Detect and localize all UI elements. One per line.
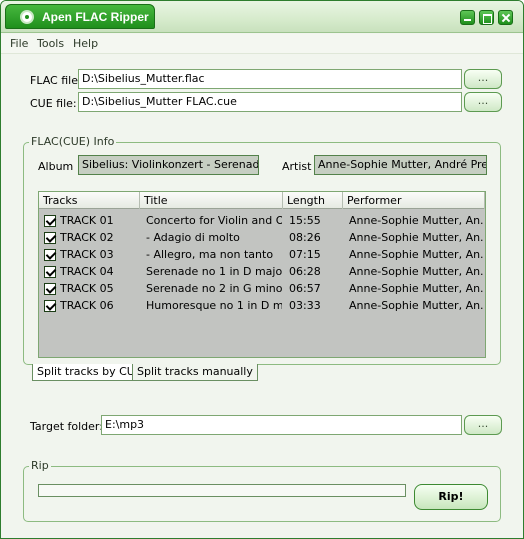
cue-file-label: CUE file:: [30, 97, 77, 110]
track-checkbox[interactable]: [44, 215, 56, 227]
flac-browse-button[interactable]: ...: [464, 69, 502, 89]
tab-split-by-cue[interactable]: Split tracks by CUE: [32, 364, 147, 381]
track-performer: Anne-Sophie Mutter, An...: [349, 231, 484, 244]
track-performer: Anne-Sophie Mutter, An...: [349, 214, 484, 227]
track-length: 08:26: [289, 231, 321, 244]
track-title: Serenade no 2 in G minor...: [146, 282, 282, 295]
track-number: TRACK 03: [60, 248, 114, 261]
track-number: TRACK 04: [60, 265, 114, 278]
flac-file-input[interactable]: D:\Sibelius_Mutter.flac: [78, 69, 462, 89]
minimize-button[interactable]: [460, 10, 475, 25]
target-browse-button[interactable]: ...: [464, 415, 502, 435]
app-icon: [20, 10, 34, 24]
track-number: TRACK 01: [60, 214, 114, 227]
table-row[interactable]: TRACK 05 Serenade no 2 in G minor... 06:…: [39, 280, 485, 297]
app-window: Apen FLAC Ripper File Tools Help FLAC fi…: [0, 0, 524, 539]
target-folder-input[interactable]: E:\mp3: [101, 415, 462, 435]
track-performer: Anne-Sophie Mutter, An...: [349, 265, 484, 278]
rip-progress-bar: [38, 484, 406, 497]
track-checkbox[interactable]: [44, 283, 56, 295]
menu-tools[interactable]: Tools: [37, 37, 64, 50]
rip-button[interactable]: Rip!: [414, 484, 488, 510]
table-row[interactable]: TRACK 04 Serenade no 1 in D major... 06:…: [39, 263, 485, 280]
track-length: 07:15: [289, 248, 321, 261]
table-row[interactable]: TRACK 01 Concerto for Violin and Or... 1…: [39, 212, 485, 229]
column-performer[interactable]: Performer: [343, 192, 485, 209]
flac-cue-info-title: FLAC(CUE) Info: [29, 135, 117, 148]
menu-bar: File Tools Help: [1, 34, 523, 54]
title-bar: Apen FLAC Ripper: [1, 1, 523, 33]
track-length: 15:55: [289, 214, 321, 227]
target-folder-label: Target folder:: [30, 420, 103, 433]
tracks-list-header: Tracks Title Length Performer: [39, 192, 485, 209]
track-performer: Anne-Sophie Mutter, An...: [349, 282, 484, 295]
track-number: TRACK 05: [60, 282, 114, 295]
column-tracks[interactable]: Tracks: [39, 192, 140, 209]
track-checkbox[interactable]: [44, 300, 56, 312]
album-label: Album: [38, 160, 74, 173]
track-number: TRACK 06: [60, 299, 114, 312]
album-field: Sibelius: Violinkonzert - Serenaden - H: [78, 155, 259, 175]
table-row[interactable]: TRACK 02 - Adagio di molto 08:26 Anne-So…: [39, 229, 485, 246]
rip-group-title: Rip: [29, 459, 51, 472]
track-performer: Anne-Sophie Mutter, An...: [349, 299, 484, 312]
tab-split-manually[interactable]: Split tracks manually: [132, 364, 258, 381]
table-row[interactable]: TRACK 06 Humoresque no 1 in D mi... 03:3…: [39, 297, 485, 314]
tracks-list[interactable]: Tracks Title Length Performer TRACK 01 C…: [38, 191, 486, 358]
flac-file-label: FLAC file:: [30, 74, 82, 87]
table-row[interactable]: TRACK 03 - Allegro, ma non tanto 07:15 A…: [39, 246, 485, 263]
track-title: Humoresque no 1 in D mi...: [146, 299, 282, 312]
track-performer: Anne-Sophie Mutter, An...: [349, 248, 484, 261]
track-title: - Allegro, ma non tanto: [146, 248, 274, 261]
track-length: 03:33: [289, 299, 321, 312]
artist-label: Artist: [282, 160, 312, 173]
cue-browse-button[interactable]: ...: [464, 92, 502, 112]
column-length[interactable]: Length: [283, 192, 343, 209]
menu-help[interactable]: Help: [73, 37, 98, 50]
track-checkbox[interactable]: [44, 232, 56, 244]
track-checkbox[interactable]: [44, 249, 56, 261]
track-length: 06:57: [289, 282, 321, 295]
close-button[interactable]: [498, 10, 513, 25]
track-length: 06:28: [289, 265, 321, 278]
track-title: - Adagio di molto: [146, 231, 240, 244]
title-tab: Apen FLAC Ripper: [5, 4, 155, 29]
artist-field: Anne-Sophie Mutter, André Previn,: [314, 155, 487, 175]
window-title: Apen FLAC Ripper: [42, 10, 149, 24]
track-number: TRACK 02: [60, 231, 114, 244]
cue-file-input[interactable]: D:\Sibelius_Mutter FLAC.cue: [78, 92, 462, 112]
column-title[interactable]: Title: [140, 192, 283, 209]
track-title: Concerto for Violin and Or...: [146, 214, 282, 227]
menu-file[interactable]: File: [10, 37, 28, 50]
maximize-button[interactable]: [479, 10, 494, 25]
track-title: Serenade no 1 in D major...: [146, 265, 282, 278]
track-checkbox[interactable]: [44, 266, 56, 278]
